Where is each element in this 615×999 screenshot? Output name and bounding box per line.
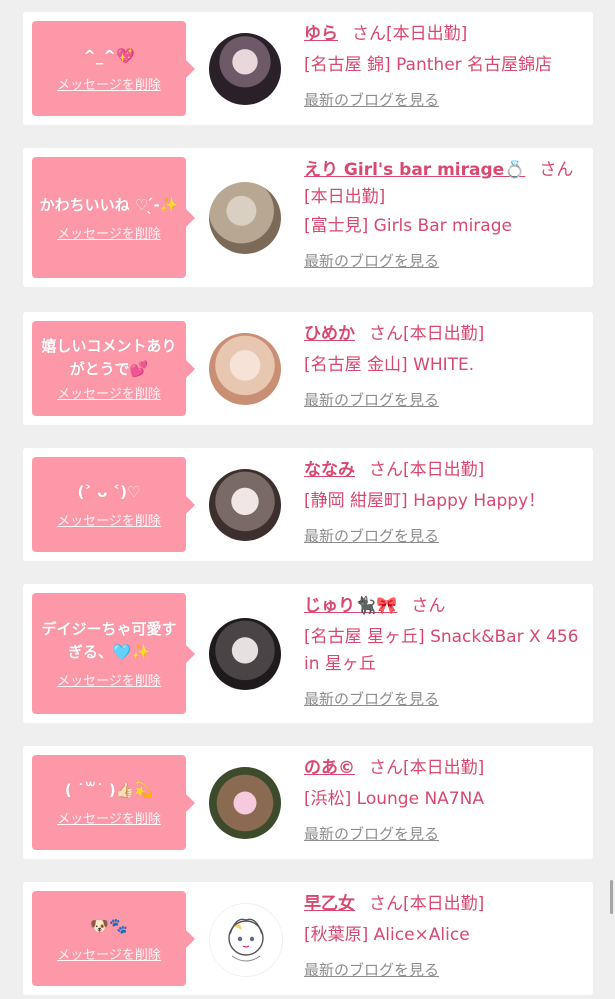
message-bubble: 🐶🐾 メッセージを削除 [32,891,195,986]
cast-info: ななみ さん[本日出勤] [静岡 紺屋町] Happy Happy！ 最新のブログ… [304,457,585,550]
cast-name-link[interactable]: ななみ [304,460,355,480]
delete-message-link[interactable]: メッセージを削除 [57,223,161,242]
status-badge: [本日出勤] [304,187,386,207]
delete-message-link[interactable]: メッセージを削除 [57,808,161,827]
status-badge: [本日出勤] [403,758,485,778]
avatar[interactable] [209,182,281,254]
message-bubble: (˃ ᴗ ˂)♡ メッセージを削除 [32,457,195,552]
cast-info: じゅり🐈‍⬛🎀 さん [名古屋 星ヶ丘] Snack&Bar X 456 in 星… [304,593,585,713]
latest-blog-link[interactable]: 最新のブログを見る [304,957,439,984]
shop-name: [浜松] Lounge NA7NA [304,789,484,809]
latest-blog-link[interactable]: 最新のブログを見る [304,248,439,275]
cast-name-link[interactable]: ゆら [304,24,338,44]
status-badge: [本日出勤] [403,894,485,914]
cast-name-link[interactable]: じゅり🐈‍⬛🎀 [304,596,397,616]
message-card: ( ˙꒳˙ )👍🏻💫 メッセージを削除 のあ© さん[本日出勤] [浜松] Lou… [23,746,593,859]
avatar[interactable] [209,33,281,105]
delete-message-link[interactable]: メッセージを削除 [57,510,161,529]
cast-name-link[interactable]: えり Girl's bar mirage💍 [304,160,525,180]
avatar[interactable] [209,903,283,977]
cast-info: 早乙女 さん[本日出勤] [秋葉原] Alice×Alice 最新のブログを見る [304,891,585,984]
status-badge: [本日出勤] [403,460,485,480]
avatar[interactable] [209,469,281,541]
message-text: デイジーちゃ可愛すぎる、🩵✨ [41,620,177,661]
message-text: ^_^💖 [83,46,135,65]
shop-name: [名古屋 星ヶ丘] Snack&Bar X 456 in 星ヶ丘 [304,627,579,674]
message-card: ^_^💖 メッセージを削除 ゆら さん[本日出勤] [名古屋 錦] Panther… [23,12,593,125]
message-card: 嬉しいコメントありがとうで💕 メッセージを削除 ひめか さん[本日出勤] [名古屋… [23,312,593,425]
avatar[interactable] [209,618,281,690]
message-card: 🐶🐾 メッセージを削除 早乙女 さん[本日出勤] [秋葉原] Alice×Alic… [23,882,593,995]
message-bubble: ^_^💖 メッセージを削除 [32,21,195,116]
latest-blog-link[interactable]: 最新のブログを見る [304,387,439,414]
san-label: さん [539,160,574,180]
status-badge: [本日出勤] [403,324,485,344]
san-label: さん [369,460,403,480]
avatar[interactable] [209,767,281,839]
message-bubble: デイジーちゃ可愛すぎる、🩵✨ メッセージを削除 [32,593,195,714]
delete-message-link[interactable]: メッセージを削除 [57,670,161,689]
cast-name-link[interactable]: ひめか [304,324,355,344]
message-text: ( ˙꒳˙ )👍🏻💫 [64,780,154,799]
san-label: さん [369,324,403,344]
illustration-icon [228,918,264,962]
san-label: さん [411,596,446,616]
message-text: かわちいいね ♡ ̖́-✨ [39,195,179,214]
delete-message-link[interactable]: メッセージを削除 [57,74,161,93]
message-card: デイジーちゃ可愛すぎる、🩵✨ メッセージを削除 じゅり🐈‍⬛🎀 さん [名古屋 星… [23,584,593,723]
delete-message-link[interactable]: メッセージを削除 [57,383,161,402]
message-text: 嬉しいコメントありがとうで💕 [41,337,177,378]
scrollbar[interactable] [610,880,613,914]
shop-name: [名古屋 金山] WHITE. [304,355,475,375]
san-label: さん [369,758,403,778]
status-badge: [本日出勤] [386,24,468,44]
cast-info: ひめか さん[本日出勤] [名古屋 金山] WHITE. 最新のブログを見る [304,321,585,414]
shop-name: [富士見] Girls Bar mirage [304,216,512,236]
latest-blog-link[interactable]: 最新のブログを見る [304,686,439,713]
message-bubble: ( ˙꒳˙ )👍🏻💫 メッセージを削除 [32,755,195,850]
san-label: さん [369,894,403,914]
avatar[interactable] [209,333,281,405]
message-card: (˃ ᴗ ˂)♡ メッセージを削除 ななみ さん[本日出勤] [静岡 紺屋町] H… [23,448,593,561]
message-text: (˃ ᴗ ˂)♡ [77,482,141,501]
latest-blog-link[interactable]: 最新のブログを見る [304,821,439,848]
message-bubble: かわちいいね ♡ ̖́-✨ メッセージを削除 [32,157,195,278]
cast-name-link[interactable]: のあ© [304,758,355,778]
cast-info: えり Girl's bar mirage💍 さん [本日出勤] [富士見] Gir… [304,157,585,275]
latest-blog-link[interactable]: 最新のブログを見る [304,87,439,114]
message-card: かわちいいね ♡ ̖́-✨ メッセージを削除 えり Girl's bar mir… [23,148,593,287]
shop-name: [名古屋 錦] Panther 名古屋錦店 [304,55,553,75]
message-bubble: 嬉しいコメントありがとうで💕 メッセージを削除 [32,321,195,416]
message-text: 🐶🐾 [90,916,128,935]
shop-name: [静岡 紺屋町] Happy Happy！ [304,491,546,511]
shop-name: [秋葉原] Alice×Alice [304,925,470,945]
san-label: さん [352,24,386,44]
delete-message-link[interactable]: メッセージを削除 [57,944,161,963]
cast-name-link[interactable]: 早乙女 [304,894,355,914]
latest-blog-link[interactable]: 最新のブログを見る [304,523,439,550]
cast-info: ゆら さん[本日出勤] [名古屋 錦] Panther 名古屋錦店 最新のブログを… [304,21,585,114]
cast-info: のあ© さん[本日出勤] [浜松] Lounge NA7NA 最新のブログを見る [304,755,585,848]
